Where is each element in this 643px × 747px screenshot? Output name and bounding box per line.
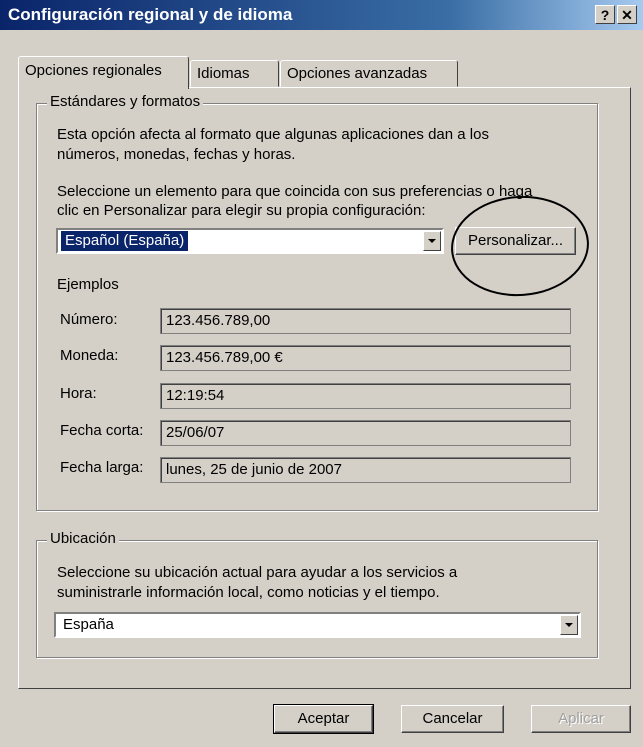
location-description-line2: suministrarle información local, como no…	[57, 584, 440, 601]
apply-button[interactable]: Aplicar	[531, 705, 631, 733]
tab-idiomas[interactable]: Idiomas	[190, 60, 279, 87]
example-value-moneda: 123.456.789,00 €	[160, 345, 571, 371]
example-label-numero: Número:	[60, 311, 118, 328]
examples-label: Ejemplos	[57, 276, 119, 293]
standards-group: Estándares y formatos	[36, 93, 598, 511]
tab-opciones-avanzadas[interactable]: Opciones avanzadas	[280, 60, 458, 87]
example-value-fecha-corta: 25/06/07	[160, 420, 571, 446]
standards-description-line1: Esta opción afecta al formato que alguna…	[57, 126, 489, 143]
example-value-hora: 12:19:54	[160, 383, 571, 409]
locale-combobox[interactable]: Español (España)	[56, 228, 444, 254]
location-value: España	[63, 616, 114, 633]
example-label-fecha-corta: Fecha corta:	[60, 422, 144, 439]
chevron-down-icon[interactable]	[423, 231, 441, 251]
tab-opciones-regionales[interactable]: Opciones regionales	[18, 56, 189, 89]
chevron-down-icon[interactable]	[560, 615, 578, 635]
accept-button[interactable]: Aceptar	[273, 704, 374, 734]
help-button[interactable]: ?	[595, 5, 615, 24]
standards-instruction-line1: Seleccione un elemento para que coincida…	[57, 183, 533, 200]
location-description-line1: Seleccione su ubicación actual para ayud…	[57, 564, 458, 581]
title-bar: Configuración regional y de idioma ? ✕	[0, 0, 643, 30]
location-group-label: Ubicación	[47, 530, 119, 547]
standards-description-line2: números, monedas, fechas y horas.	[57, 146, 296, 163]
example-label-hora: Hora:	[60, 385, 97, 402]
example-label-fecha-larga: Fecha larga:	[60, 459, 144, 476]
standards-instruction-line2: clic en Personalizar para elegir su prop…	[57, 202, 426, 219]
locale-value: Español (España)	[61, 231, 189, 251]
standards-group-label: Estándares y formatos	[47, 93, 204, 110]
example-value-fecha-larga: lunes, 25 de junio de 2007	[160, 457, 571, 483]
example-value-numero: 123.456.789,00	[160, 308, 571, 334]
cancel-button[interactable]: Cancelar	[401, 705, 504, 733]
location-combobox[interactable]: España	[54, 612, 581, 638]
window-title: Configuración regional y de idioma	[8, 5, 293, 24]
close-button[interactable]: ✕	[617, 5, 637, 24]
example-label-moneda: Moneda:	[60, 347, 119, 364]
